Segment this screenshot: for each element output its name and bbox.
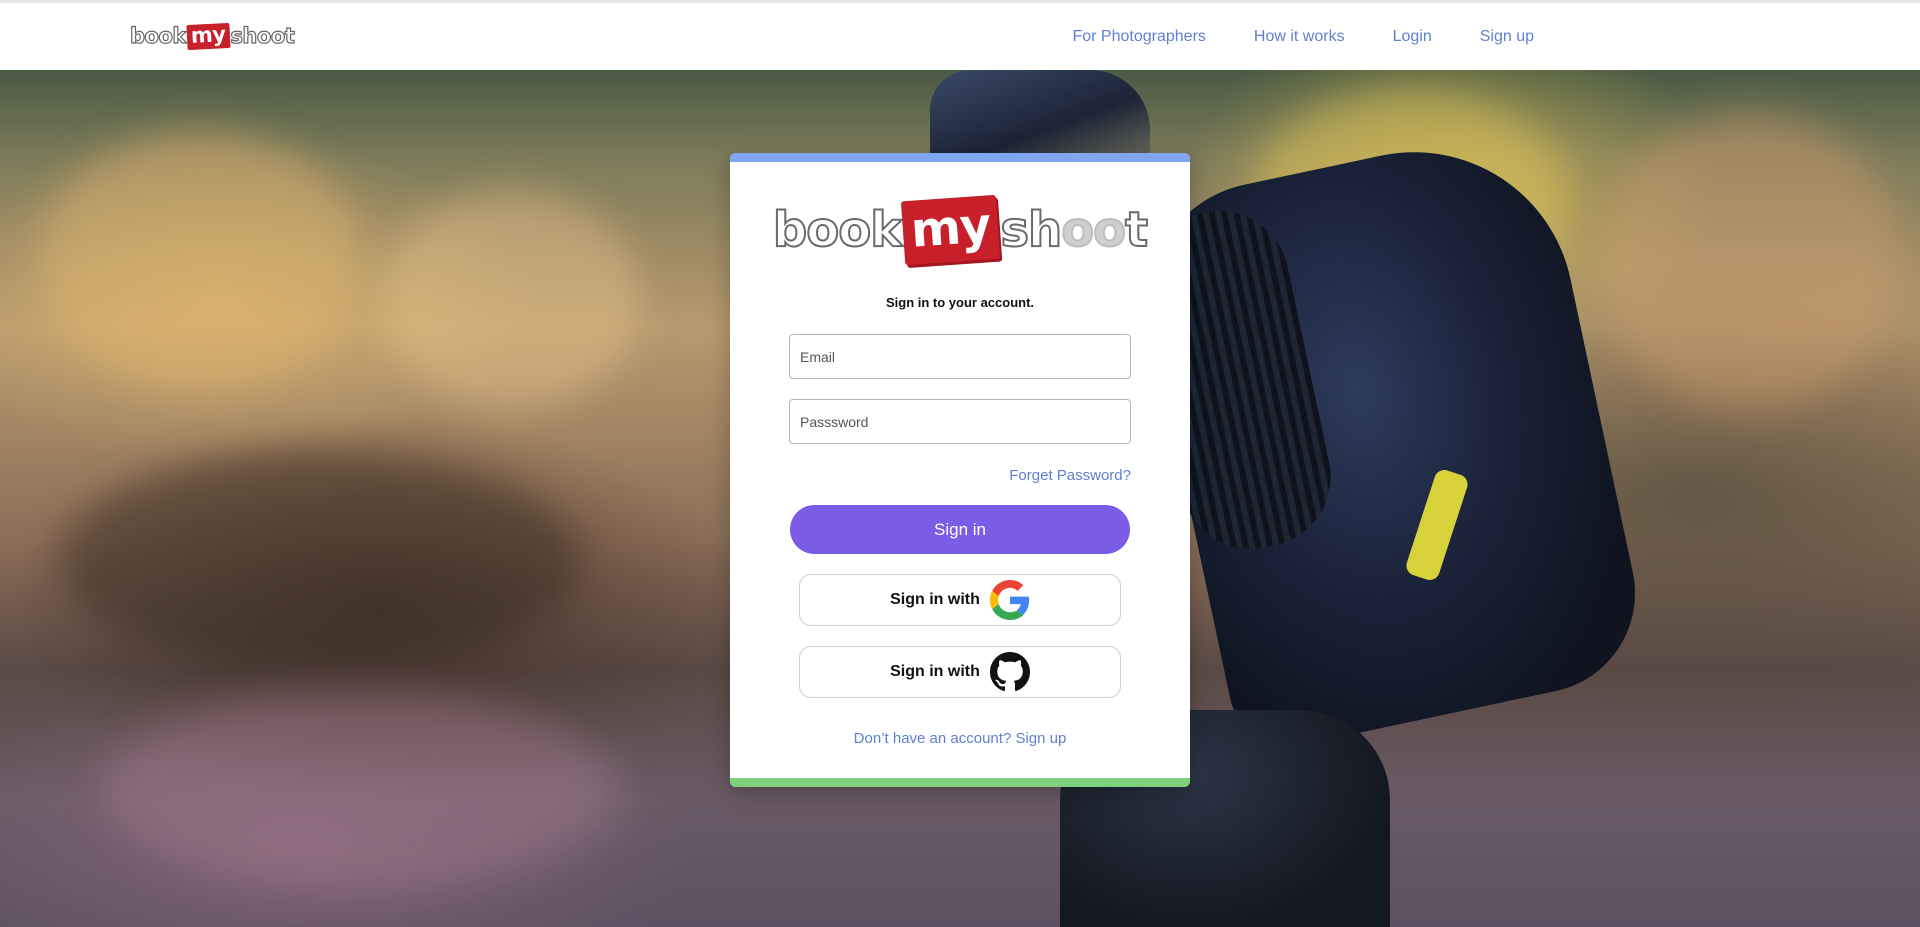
google-signin-label: Sign in with — [890, 591, 980, 608]
camera-strap — [930, 70, 1150, 160]
signup-link[interactable]: Don’t have an account? Sign up — [730, 730, 1190, 747]
email-input[interactable] — [789, 334, 1131, 379]
brand-book: book — [129, 23, 187, 48]
bokeh-light — [1600, 110, 1900, 410]
login-card: book my shoot Sign in to your account. F… — [730, 153, 1190, 787]
google-signin-button[interactable]: Sign in with — [799, 574, 1121, 626]
brand-my: my — [901, 194, 1001, 266]
password-input[interactable] — [789, 399, 1131, 444]
nav-for-photographers[interactable]: For Photographers — [1072, 28, 1205, 46]
brand-shoot: shoot — [999, 202, 1149, 258]
site-header: book my shoot For Photographers How it w… — [0, 0, 1920, 70]
brand-logo[interactable]: book my shoot — [129, 19, 296, 53]
github-signin-button[interactable]: Sign in with — [799, 646, 1121, 698]
forget-password-link[interactable]: Forget Password? — [1009, 467, 1131, 484]
brand-my: my — [186, 22, 231, 50]
card-top-accent — [730, 153, 1190, 162]
top-nav: For Photographers How it works Login Sig… — [1072, 3, 1534, 70]
bokeh-light — [40, 130, 360, 390]
card-brand-logo: book my shoot — [730, 194, 1190, 266]
sign-in-button[interactable]: Sign in — [790, 505, 1130, 554]
nav-login[interactable]: Login — [1393, 28, 1432, 46]
github-signin-label: Sign in with — [890, 663, 980, 680]
github-logo-icon — [989, 652, 1030, 692]
bokeh-purple — [100, 690, 620, 890]
card-bottom-accent — [730, 778, 1190, 787]
signin-subtitle: Sign in to your account. — [885, 295, 1035, 310]
nav-sign-up[interactable]: Sign up — [1480, 28, 1534, 46]
bokeh-dark — [60, 450, 580, 670]
brand-shoot: shoot — [230, 23, 296, 48]
bokeh-light — [380, 190, 640, 410]
google-logo-icon — [989, 580, 1030, 620]
brand-book: book — [772, 202, 903, 258]
nav-how-it-works[interactable]: How it works — [1254, 28, 1345, 46]
